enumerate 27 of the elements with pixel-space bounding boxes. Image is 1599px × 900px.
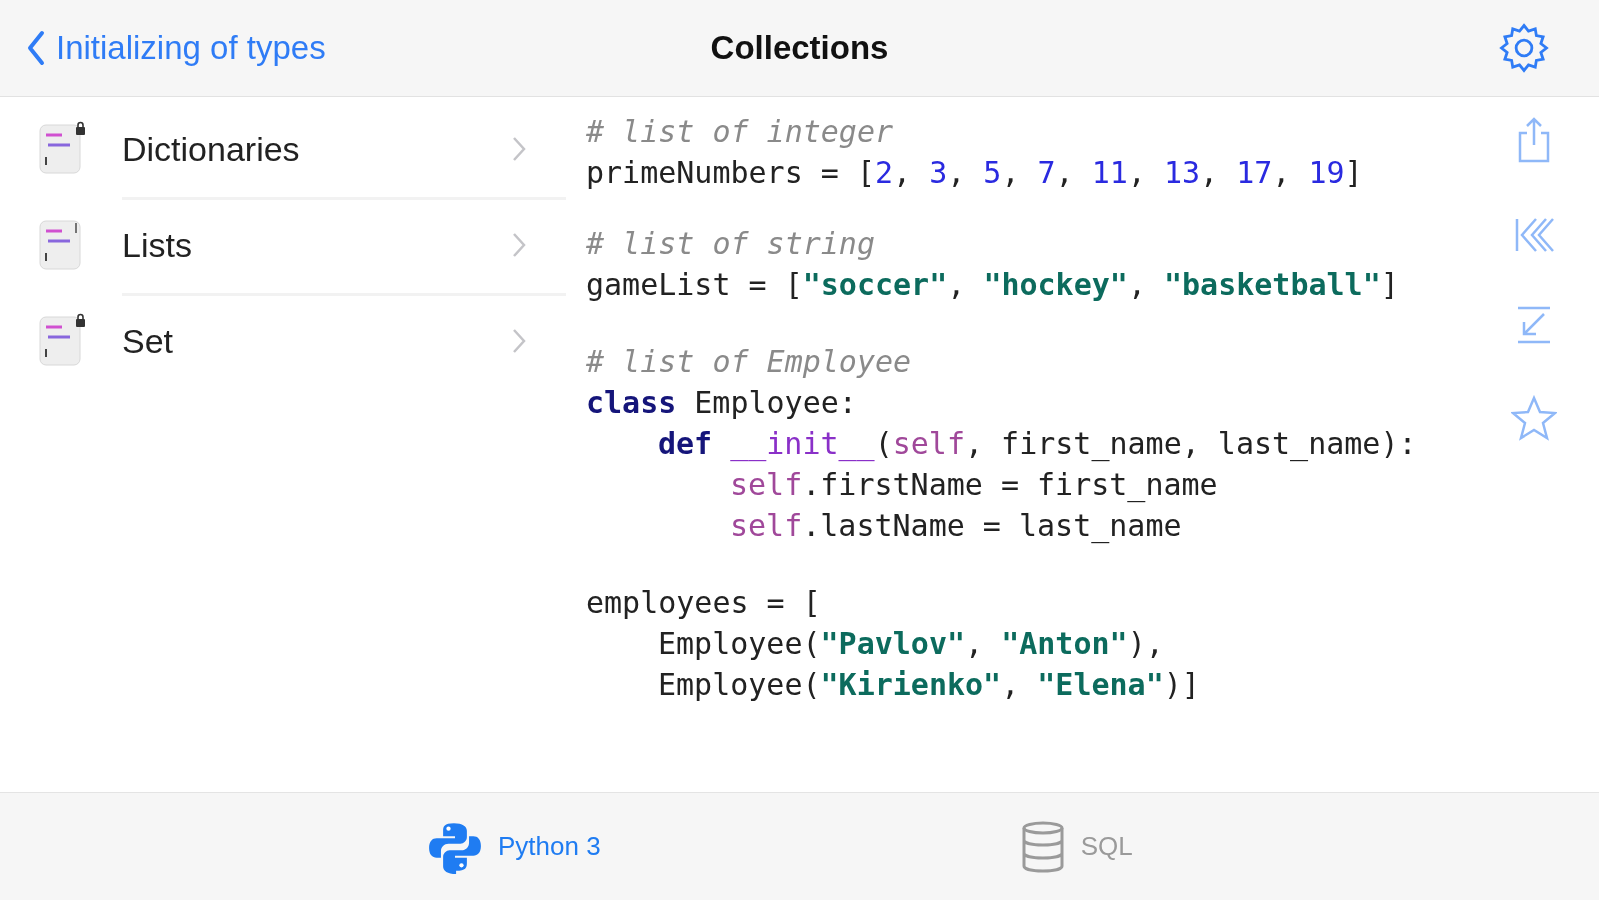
code-line: self.lastName = last_name: [730, 507, 1182, 546]
code-line: employees = [: [586, 584, 821, 622]
tab[interactable]: Python 3: [428, 819, 601, 874]
code-line: # list of string: [586, 225, 875, 263]
settings-icon[interactable]: [1497, 21, 1551, 75]
sidebar-item[interactable]: Dictionaries: [0, 101, 566, 197]
code-line: gameList = ["soccer", "hockey", "basketball"]: [586, 266, 1399, 304]
chevron-icon: [512, 328, 526, 354]
code-line: # list of Employee: [586, 343, 912, 381]
code-line: Employee("Kirienko", "Elena")]: [658, 666, 1200, 704]
back-chevron-icon: [26, 30, 46, 66]
sidebar-item[interactable]: Set: [0, 293, 566, 389]
code-line: self.firstName = first_name: [730, 466, 1218, 505]
database-icon: [1020, 819, 1065, 874]
code-file-icon: [38, 121, 86, 177]
code-line: class Employee:: [586, 384, 857, 422]
star-icon[interactable]: [1511, 395, 1557, 441]
chevron-icon: [512, 232, 526, 258]
back-button[interactable]: Initializing of types: [26, 29, 326, 67]
code-line: # list of integer: [586, 113, 894, 151]
screen-title: Collections: [710, 29, 889, 67]
code-line: primeNumbers = [2, 3, 5, 7, 11, 13, 17, 19]: [586, 154, 1363, 192]
code-file-icon: [38, 313, 86, 369]
code-line: Employee("Pavlov", "Anton"),: [658, 625, 1164, 663]
chevron-icon: [512, 136, 526, 162]
sidebar-item[interactable]: Lists: [0, 197, 566, 293]
code-line: def __init__(self, first_name, last_name):: [658, 425, 1417, 464]
